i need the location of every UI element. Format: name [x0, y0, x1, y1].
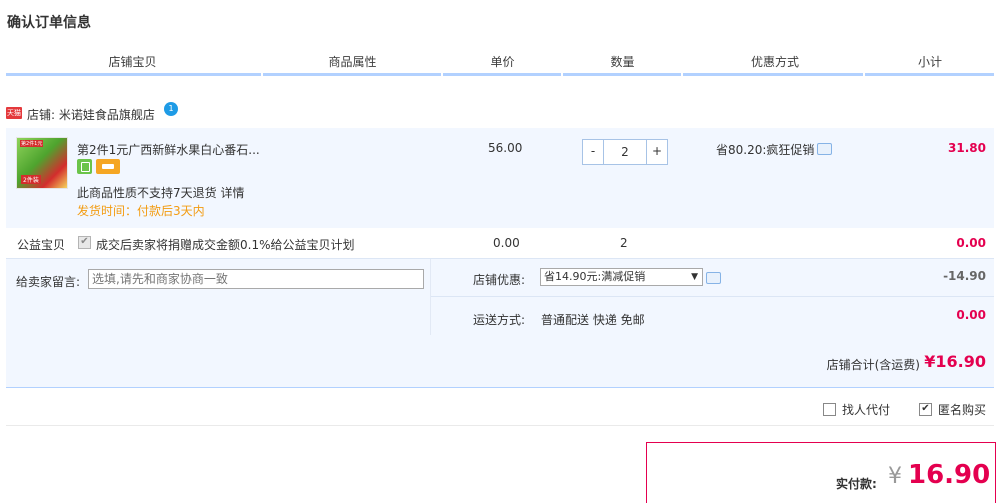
quantity-input[interactable]: 2 [603, 140, 647, 164]
quantity-stepper[interactable]: - 2 + [582, 139, 668, 165]
section-divider [431, 296, 994, 297]
header-underline [443, 73, 561, 76]
page-title: 确认订单信息 [7, 15, 91, 31]
charity-checkbox: ✔ [78, 236, 91, 249]
header-underline [563, 73, 681, 76]
shipping-method-value: 普通配送 快递 免邮 [541, 313, 645, 327]
no-return-notice: 此商品性质不支持7天退货 详情 [77, 184, 244, 201]
section-divider [430, 259, 431, 335]
product-thumbnail[interactable]: 第2件1元 2件装 [16, 137, 68, 189]
item-subtotal: 31.80 [948, 141, 986, 155]
column-header-unit-price: 单价 [490, 55, 515, 69]
anonymous-label[interactable]: 匿名购买 [938, 401, 986, 418]
guarantee-icon[interactable] [77, 159, 92, 174]
shop-name[interactable]: 店铺: 米诺娃食品旗舰店 [27, 106, 155, 123]
header-underline [683, 73, 863, 76]
charity-subtotal: 0.00 [956, 236, 986, 250]
store-discount-label: 店铺优惠: [473, 273, 526, 287]
tmall-badge-icon: 天猫 [6, 107, 22, 119]
column-header-discount: 优惠方式 [750, 55, 799, 69]
wangwang-chat-icon[interactable]: 1 [164, 102, 178, 116]
header-underline [263, 73, 441, 76]
charity-quantity: 2 [620, 236, 628, 250]
actual-payment-label: 实付款: [836, 477, 877, 491]
product-name-link[interactable]: 第2件1元广西新鲜水果白心番石... [77, 141, 260, 158]
actual-payment-amount: 16.90 [908, 460, 991, 490]
charity-item-label: 公益宝贝 [17, 238, 66, 252]
currency-symbol: ¥ [888, 464, 902, 489]
shipping-fee: 0.00 [956, 308, 986, 322]
header-underline [6, 73, 261, 76]
column-header-attributes: 商品属性 [328, 55, 377, 69]
message-label: 给卖家留言: [16, 275, 81, 289]
comment-icon[interactable] [706, 272, 721, 284]
thumbnail-promo-text: 第2件1元 [20, 140, 44, 147]
store-discount-amount: -14.90 [943, 269, 986, 283]
divider [6, 425, 994, 426]
shop-total-amount: ¥16.90 [924, 352, 986, 371]
item-promotion: 省80.20:疯狂促销 [716, 143, 815, 157]
no-return-text: 此商品性质不支持7天退货 [77, 186, 217, 200]
decrease-quantity-button[interactable]: - [583, 140, 603, 164]
header-underline [865, 73, 994, 76]
column-header-quantity: 数量 [610, 55, 635, 69]
chevron-down-icon: ▼ [691, 272, 698, 282]
increase-quantity-button[interactable]: + [647, 140, 667, 164]
message-input[interactable] [88, 269, 424, 289]
shop-total-label: 店铺合计(含运费) [826, 358, 920, 372]
unit-price: 56.00 [488, 141, 523, 155]
store-discount-select[interactable]: 省14.90元:满减促销 ▼ [540, 268, 703, 286]
delivery-time: 发货时间：付款后3天内 [77, 204, 205, 218]
charity-price: 0.00 [493, 236, 520, 250]
anonymous-checkbox[interactable]: ✔ [919, 403, 932, 416]
anonymous-purchase-option[interactable]: ✔ 匿名购买 [919, 401, 986, 418]
credit-card-icon[interactable] [96, 159, 120, 174]
details-link[interactable]: 详情 [220, 186, 244, 200]
comment-icon[interactable] [817, 143, 832, 155]
shipping-method-label: 运送方式: [473, 313, 526, 327]
store-discount-value: 省14.90元:满减促销 [544, 270, 646, 283]
proxy-pay-option[interactable]: 找人代付 [823, 401, 890, 418]
column-header-shop-item: 店铺宝贝 [108, 55, 157, 69]
proxy-pay-checkbox[interactable] [823, 403, 836, 416]
charity-description: 成交后卖家将捐赠成交金额0.1%给公益宝贝计划 [96, 238, 355, 252]
proxy-pay-label[interactable]: 找人代付 [842, 401, 890, 418]
thumbnail-pack-text: 2件装 [21, 175, 41, 184]
column-header-subtotal: 小计 [917, 55, 942, 69]
